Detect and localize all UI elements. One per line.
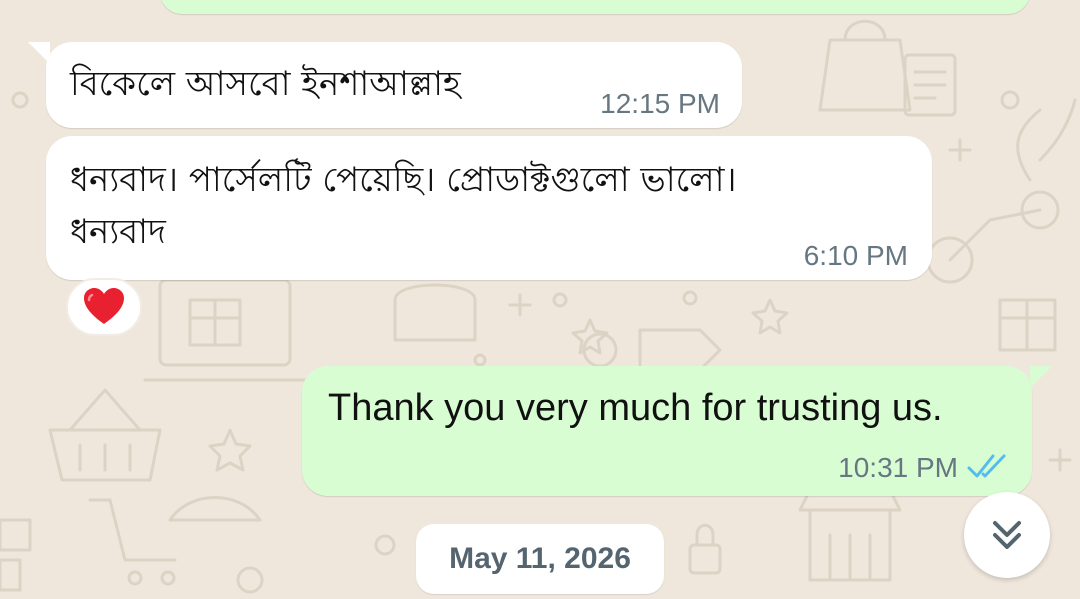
message-timestamp: 12:15 PM — [600, 88, 720, 119]
message-text: বিকেলে আসবো ইনশাআল্লাহ — [70, 64, 461, 104]
message-timestamp: 10:31 PM — [838, 452, 958, 483]
message-reaction[interactable] — [66, 278, 142, 336]
double-chevron-down-icon — [993, 521, 1021, 549]
outgoing-message-bubble[interactable]: Thank you very much for trusting us. 10:… — [302, 366, 1032, 496]
message-text: ধন্যবাদ — [70, 212, 166, 252]
bubble-tail — [1030, 366, 1052, 388]
incoming-message-bubble[interactable]: ধন্যবাদ। পার্সেলটি পেয়েছি। প্রোডাক্টগুল… — [46, 136, 932, 280]
message-timestamp: 6:10 PM — [803, 240, 908, 271]
double-check-read-icon — [967, 454, 1006, 478]
scroll-to-bottom-button[interactable] — [964, 492, 1050, 578]
message-text: Thank you very much for trusting us. — [328, 387, 943, 429]
message-text: ধন্যবাদ। পার্সেলটি পেয়েছি। প্রোডাক্টগুল… — [70, 160, 737, 200]
date-separator: May 11, 2026 — [416, 524, 664, 594]
incoming-message-bubble[interactable]: বিকেলে আসবো ইনশাআল্লাহ 12:15 PM — [46, 42, 742, 128]
previous-outgoing-bubble[interactable] — [160, 0, 1030, 14]
heart-icon — [84, 288, 124, 324]
